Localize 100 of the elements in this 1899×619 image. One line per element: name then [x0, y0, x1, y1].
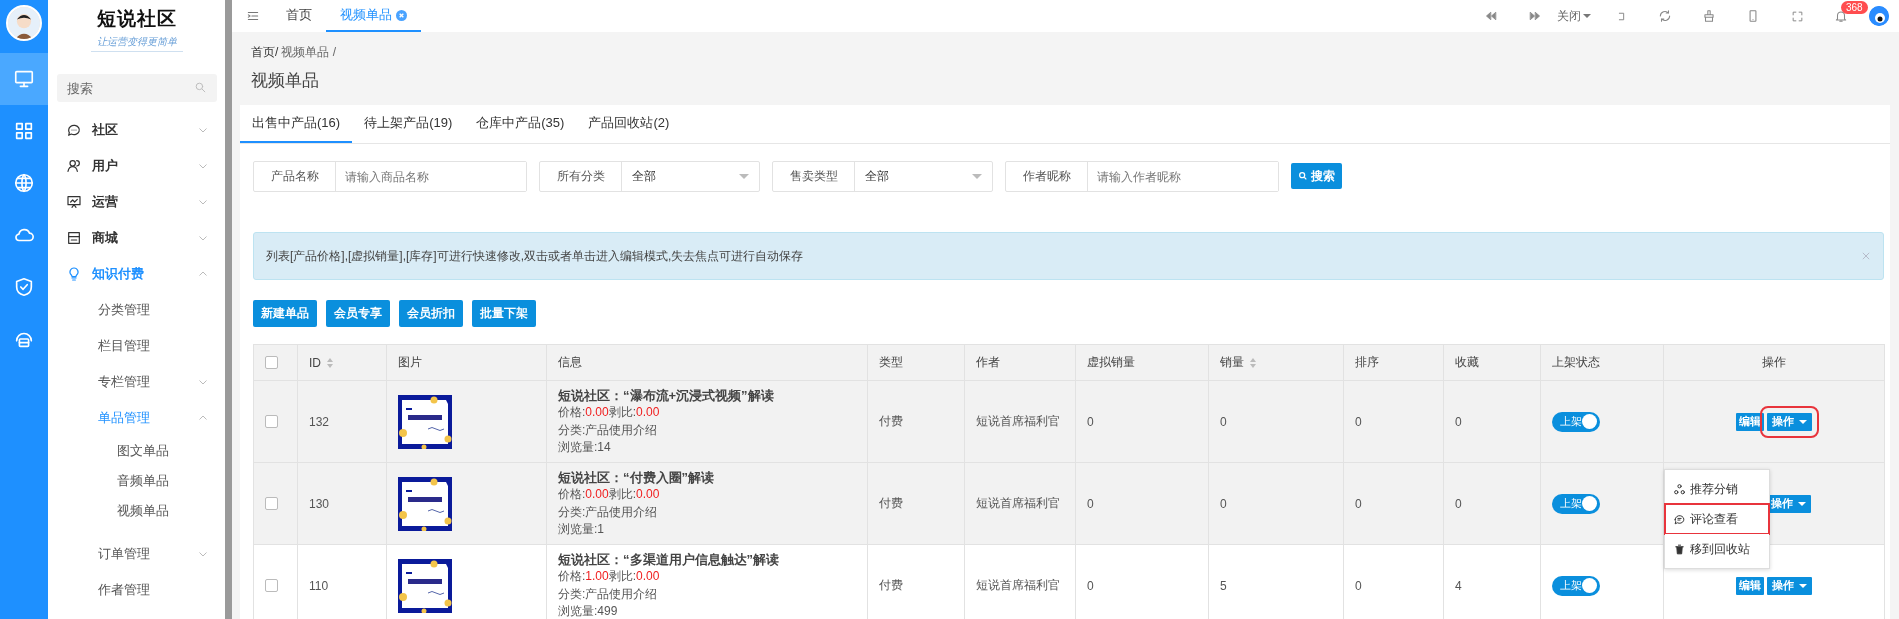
select-field[interactable]: 所有分类 全部 [539, 161, 760, 192]
sort-icon[interactable] [1249, 356, 1257, 369]
category-text: 分类:产品使用介绍 [558, 421, 658, 439]
column-header: 排序 [1355, 354, 1379, 371]
table-cell: 0 [1344, 381, 1444, 463]
column-header: 类型 [879, 354, 903, 371]
checkbox[interactable] [265, 579, 278, 592]
operations-button[interactable]: 操作 [1767, 412, 1812, 431]
column-header: 虚拟销量 [1087, 354, 1135, 371]
breadcrumb-link[interactable]: 视频单品 / [281, 44, 336, 61]
edit-button[interactable]: 编辑 [1736, 412, 1764, 431]
table-cell: 0 [1444, 463, 1541, 545]
product-title: 短说社区：“瀑布流+沉浸式视频”解读 [558, 386, 774, 404]
avatar-icon[interactable] [6, 5, 42, 41]
slogan: 让运营变得更简单 [90, 35, 183, 52]
scrollbar[interactable] [225, 0, 232, 619]
breadcrumb-link[interactable]: 首页/ [251, 44, 279, 61]
status-toggle[interactable]: 上架 [1552, 493, 1600, 514]
users-icon [66, 158, 82, 174]
table-cell: 0 [1444, 381, 1541, 463]
views-text: 浏览量:499 [558, 603, 618, 619]
menu-item[interactable]: 评论查看 [1665, 504, 1769, 534]
table-cell: 0 [1076, 381, 1209, 463]
status-toggle[interactable]: 上架 [1552, 411, 1600, 432]
menu-icon [246, 9, 260, 23]
sort-icon[interactable] [326, 356, 334, 369]
author-name: 短说首席福利官 [976, 577, 1061, 594]
tab[interactable]: 待上架产品(19) [352, 105, 465, 143]
phone-icon [1746, 9, 1760, 23]
user-avatar-icon[interactable] [1869, 6, 1889, 26]
tab[interactable]: 首页 [272, 0, 326, 32]
action-button[interactable]: 会员专享 [326, 300, 390, 327]
logo: 短说社区 [95, 6, 178, 31]
share-nodes-icon [1673, 482, 1686, 496]
menu-item[interactable]: 运营 [48, 184, 225, 220]
action-button[interactable]: 会员折扣 [399, 300, 463, 327]
fast-forward-icon [1529, 10, 1541, 22]
menu-item[interactable]: 分类管理 [48, 292, 225, 328]
table-cell: 付费 [868, 463, 965, 545]
select-field[interactable]: 售卖类型 全部 [772, 161, 993, 192]
broom-icon [1702, 9, 1716, 23]
shield-icon [13, 276, 35, 298]
price-line: 价格:0.00剥比:0.00 [558, 404, 660, 421]
column-header: 操作 [1762, 354, 1786, 371]
tab[interactable]: 仓库中产品(35) [464, 105, 577, 143]
monitor-icon [13, 68, 35, 90]
table-cell: 130 [298, 463, 387, 545]
menu-item[interactable]: 图文单品 [48, 436, 225, 466]
menu-item[interactable]: 专栏管理 [48, 364, 225, 400]
input-field[interactable]: 作者昵称 请输入作者昵称 [1005, 161, 1279, 192]
table-cell: 0 [1209, 463, 1344, 545]
views-text: 浏览量:1 [558, 521, 604, 538]
column-header: 图片 [398, 354, 422, 371]
menu-item[interactable]: 作者管理 [48, 572, 225, 608]
column-header: 信息 [558, 354, 582, 371]
lightbulb-icon [66, 266, 82, 282]
trash-icon [1673, 542, 1686, 556]
table-cell: 0 [1344, 463, 1444, 545]
action-button[interactable]: 新建单品 [253, 300, 317, 327]
close-icon[interactable] [396, 9, 407, 21]
table-cell: 付费 [868, 381, 965, 463]
checkbox[interactable] [265, 497, 278, 510]
operations-button[interactable]: 操作 [1767, 576, 1812, 595]
presentation-icon [66, 194, 82, 210]
search-button[interactable]: 搜索 [1291, 163, 1342, 189]
close-menu[interactable]: 关闭 [1557, 7, 1591, 25]
checkbox[interactable] [265, 356, 278, 369]
action-button[interactable]: 批量下架 [472, 300, 536, 327]
store-icon [66, 230, 82, 246]
menu-item[interactable]: 社区 [48, 112, 225, 148]
menu-item[interactable]: 音频单品 [48, 466, 225, 496]
menu-item[interactable]: 商城 [48, 220, 225, 256]
notification-badge: 368 [1841, 1, 1868, 14]
menu-item[interactable]: 推荐分销 [1665, 474, 1769, 504]
refresh-icon [1658, 9, 1672, 23]
comment-icon [1673, 512, 1686, 526]
edit-button[interactable]: 编辑 [1736, 576, 1764, 595]
price-line: 价格:1.00剥比:0.00 [558, 568, 660, 585]
menu-item[interactable]: 订单管理 [48, 536, 225, 572]
author-name: 短说首席福利官 [976, 495, 1061, 512]
column-header: 作者 [976, 354, 1000, 371]
menu-item[interactable]: 栏目管理 [48, 328, 225, 364]
checkbox[interactable] [265, 415, 278, 428]
product-title: 短说社区：“付费入圈”解读 [558, 468, 714, 486]
tab[interactable]: 产品回收站(2) [576, 105, 682, 143]
menu-item[interactable]: 视频单品 [48, 496, 225, 526]
column-header[interactable]: ID [309, 355, 334, 370]
tab[interactable]: 出售中产品(16) [240, 105, 353, 143]
input-field[interactable]: 产品名称 请输入商品名称 [253, 161, 527, 192]
menu-item[interactable]: 用户 [48, 148, 225, 184]
search-field[interactable]: 搜索 [57, 74, 217, 102]
status-toggle[interactable]: 上架 [1552, 575, 1600, 596]
author-name: 短说首席福利官 [976, 413, 1061, 430]
category-text: 分类:产品使用介绍 [558, 585, 658, 603]
alert-text: 列表[产品价格],[虚拟销量],[库存]可进行快速修改,双击或者单击进入编辑模式,失去焦点可进行自动保存 [266, 247, 805, 265]
search-icon [1298, 171, 1308, 181]
menu-item[interactable]: 移到回收站 [1665, 534, 1769, 564]
page-title: 视频单品 [251, 70, 320, 92]
column-header[interactable]: 销量 [1220, 354, 1257, 371]
grid-icon [13, 120, 35, 142]
